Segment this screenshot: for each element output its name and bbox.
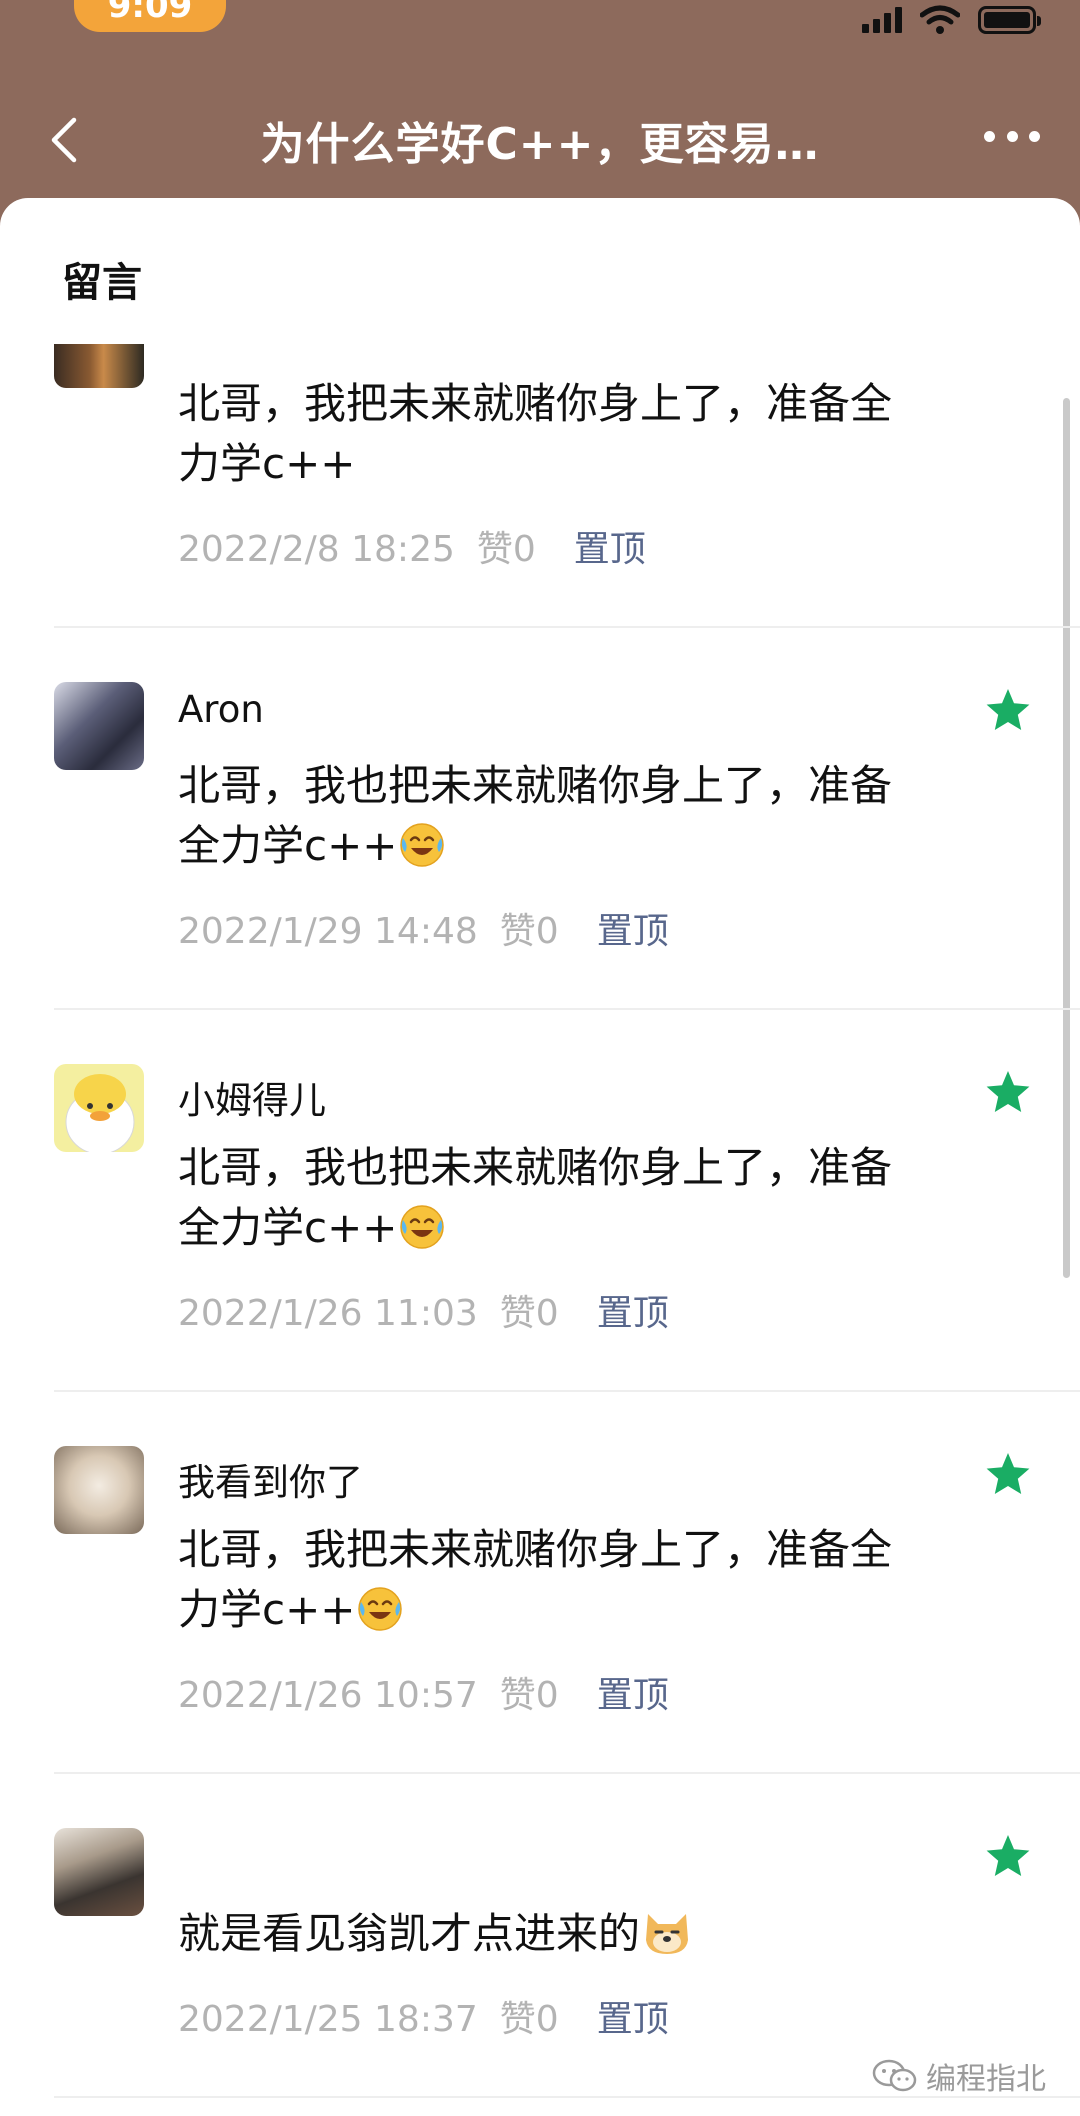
back-arrow-icon[interactable]	[40, 112, 90, 168]
like-count[interactable]: 赞0	[500, 1675, 559, 1716]
avatar[interactable]	[54, 1828, 144, 1916]
like-count[interactable]: 赞0	[477, 529, 536, 570]
star-icon[interactable]	[984, 1832, 1032, 1880]
like-count[interactable]: 赞0	[500, 1999, 559, 2040]
page-title: 为什么学好C++，更容易…	[260, 119, 820, 170]
status-icons	[862, 0, 1041, 40]
nav-bar: 为什么学好C++，更容易…	[0, 92, 1080, 188]
avatar[interactable]	[54, 682, 144, 770]
more-options-icon[interactable]	[984, 126, 1040, 146]
watermark-text: 编程指北	[926, 2062, 1046, 2097]
comment-date: 2022/1/25 18:37	[178, 1999, 478, 2040]
comment-author[interactable]: 我看到你了	[178, 1452, 363, 1506]
battery-icon	[978, 6, 1041, 34]
doge-emoji	[646, 1914, 689, 1954]
comment-date: 2022/2/8 18:25	[178, 529, 455, 570]
comment-text: 就是看见翁凯才点进来的	[178, 1904, 898, 1964]
section-title: 留言	[62, 260, 142, 306]
star-icon[interactable]	[984, 1068, 1032, 1116]
duck-avatar-image	[65, 1074, 135, 1152]
laugh-cry-emoji	[400, 823, 445, 867]
pin-button[interactable]: 置顶	[574, 529, 646, 570]
comment-meta: 2022/1/29 14:48 赞0 置顶	[178, 902, 669, 954]
avatar[interactable]	[54, 1064, 144, 1152]
comments-sheet: 留言 北哥，我把未来就赌你身上了，准备全力学c++ 2022/2/8 18:25…	[0, 198, 1080, 2116]
comment-meta: 2022/1/26 10:57 赞0 置顶	[178, 1666, 669, 1718]
pin-button[interactable]: 置顶	[597, 1999, 669, 2040]
comment-author[interactable]: Aron	[178, 688, 264, 731]
comment-text-body: 北哥，我把未来就赌你身上了，准备全力学c++	[178, 1525, 893, 1634]
cellular-signal-icon	[862, 7, 902, 33]
laugh-cry-emoji	[358, 1587, 403, 1631]
scrollbar[interactable]	[1063, 398, 1070, 1278]
pin-button[interactable]: 置顶	[597, 1293, 669, 1334]
laugh-cry-emoji	[400, 1205, 445, 1249]
comment-text-body: 就是看见翁凯才点进来的	[178, 1909, 641, 1958]
comment-date: 2022/1/26 11:03	[178, 1293, 478, 1334]
comment-meta: 2022/1/26 11:03 赞0 置顶	[178, 1284, 669, 1336]
comment-text: 北哥，我也把未来就赌你身上了，准备全力学c++	[178, 756, 898, 876]
comment-author[interactable]: 小姆得儿	[178, 1070, 326, 1124]
like-count[interactable]: 赞0	[500, 1293, 559, 1334]
divider	[54, 626, 1080, 628]
pin-button[interactable]: 置顶	[597, 1675, 669, 1716]
like-count[interactable]: 赞0	[500, 911, 559, 952]
wifi-icon	[920, 5, 960, 34]
divider	[54, 1390, 1080, 1392]
status-bar: 9:09	[0, 0, 1080, 60]
star-icon[interactable]	[984, 1450, 1032, 1498]
wechat-icon	[872, 2059, 917, 2092]
comment-text: 北哥，我也把未来就赌你身上了，准备全力学c++	[178, 1138, 898, 1258]
avatar[interactable]	[54, 1446, 144, 1534]
watermark: 编程指北	[872, 2054, 1046, 2098]
comment-text: 北哥，我把未来就赌你身上了，准备全力学c++	[178, 1520, 898, 1640]
pin-button[interactable]: 置顶	[597, 911, 669, 952]
divider	[54, 1772, 1080, 1774]
avatar[interactable]	[54, 344, 144, 388]
comment-date: 2022/1/26 10:57	[178, 1675, 478, 1716]
comment-meta: 2022/1/25 18:37 赞0 置顶	[178, 1990, 669, 2042]
comment-text: 北哥，我把未来就赌你身上了，准备全力学c++	[178, 379, 893, 488]
comment-date: 2022/1/29 14:48	[178, 911, 478, 952]
star-icon[interactable]	[984, 686, 1032, 734]
comment-meta: 2022/2/8 18:25 赞0 置顶	[178, 520, 646, 572]
comment-text-body: 北哥，我也把未来就赌你身上了，准备全力学c++	[178, 761, 893, 870]
divider	[54, 1008, 1080, 1010]
comment-text-body: 北哥，我也把未来就赌你身上了，准备全力学c++	[178, 1143, 893, 1252]
status-time: 9:09	[74, 0, 226, 32]
